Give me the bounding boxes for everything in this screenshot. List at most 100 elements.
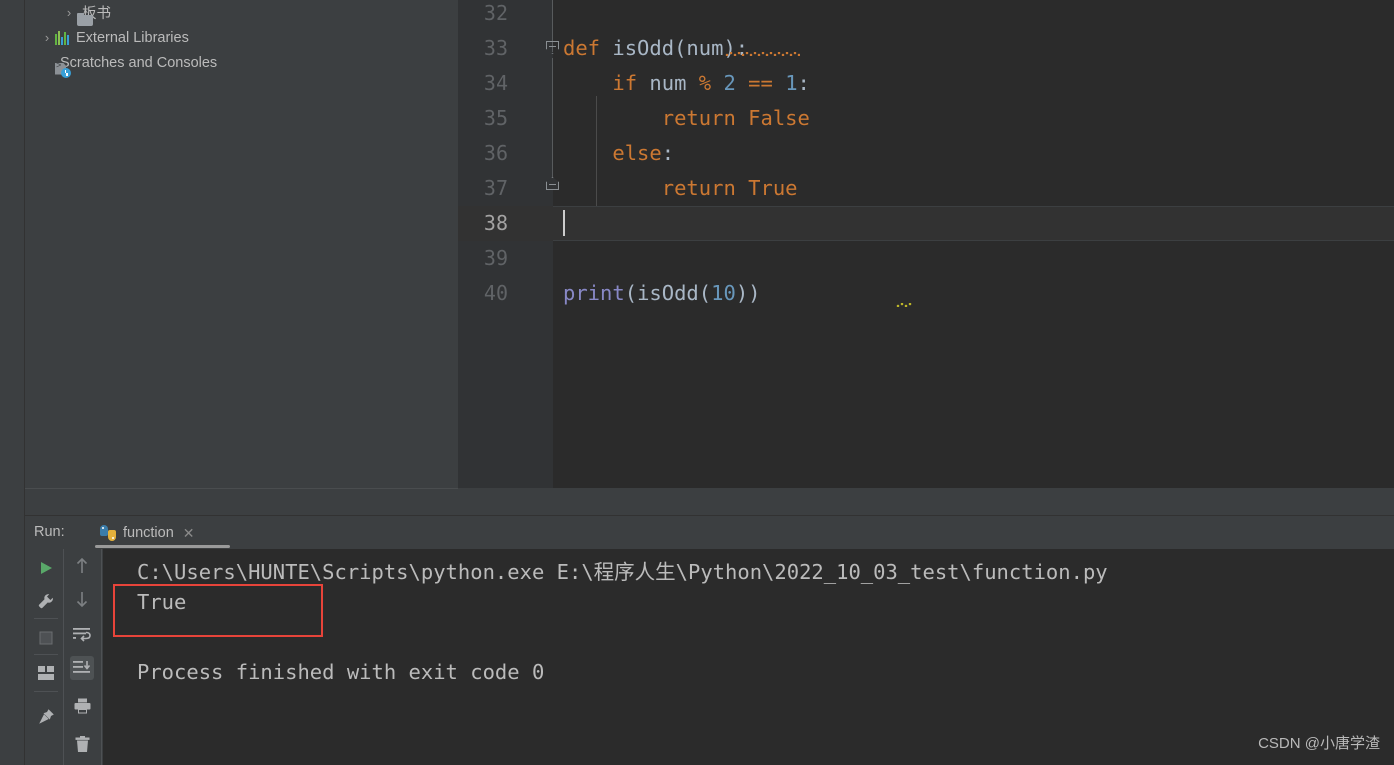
editor-gutter[interactable]: 32 33 34 35 36 37 38 39 40: [458, 0, 559, 488]
pin-icon: [38, 708, 54, 724]
toolbar-separator: [34, 691, 58, 692]
code-token: (: [624, 281, 638, 305]
code-token: if: [612, 71, 638, 95]
settings-button[interactable]: [34, 589, 58, 613]
code-text-area[interactable]: def isOdd(num): if num % 2 == 1: return …: [553, 0, 1394, 488]
code-token: return True: [661, 176, 798, 200]
library-bars-icon: [55, 30, 71, 45]
line-number: 39: [483, 246, 508, 270]
close-icon[interactable]: ✕: [183, 525, 195, 542]
run-label: Run:: [34, 524, 65, 540]
console-line-exit-status: Process finished with exit code 0: [137, 660, 545, 684]
code-token: ==: [748, 71, 773, 95]
code-token: )): [735, 281, 761, 305]
code-token: return False: [661, 106, 810, 130]
soft-wrap-button[interactable]: [70, 623, 94, 647]
toolbar-separator: [34, 618, 58, 619]
code-token: (: [698, 281, 712, 305]
line-number: 34: [483, 71, 508, 95]
rerun-button[interactable]: [34, 556, 58, 580]
code-token: isOdd: [637, 281, 699, 305]
tree-item-label: External Libraries: [76, 29, 189, 46]
code-token: isOdd: [612, 36, 675, 60]
code-token: else: [612, 141, 662, 165]
code-editor[interactable]: 32 33 34 35 36 37 38 39 40 def isOdd(num…: [458, 0, 1394, 488]
console-line-output: True: [137, 590, 187, 614]
toolbar-separator: [34, 654, 58, 655]
code-token: 1: [785, 71, 798, 95]
code-token: %: [698, 71, 712, 95]
chevron-right-icon[interactable]: ›: [61, 5, 77, 20]
print-button[interactable]: [70, 694, 94, 718]
arrow-down-icon: [76, 592, 88, 608]
chevron-right-icon[interactable]: ›: [39, 30, 55, 45]
code-token: (num):: [674, 36, 749, 60]
code-token: num: [637, 71, 699, 95]
wrench-icon: [38, 594, 53, 609]
pin-tab-button[interactable]: [34, 704, 58, 728]
scroll-to-end-icon: [73, 661, 91, 673]
line-number: 33: [483, 36, 508, 60]
run-tab-function[interactable]: function ✕: [100, 521, 195, 545]
line-number: 32: [483, 1, 508, 25]
tree-panel-bottom-strip: [25, 488, 458, 516]
line-number: 37: [483, 176, 508, 200]
line-number: 40: [483, 281, 508, 305]
run-toolbar-console: [64, 549, 102, 765]
code-token: 2: [723, 71, 736, 95]
clear-all-button[interactable]: [70, 732, 94, 756]
code-line: def isOdd(num):: [553, 31, 748, 66]
code-line: return True: [553, 171, 798, 206]
run-tab-label: function: [123, 525, 174, 541]
active-tab-underline: [95, 545, 230, 548]
tree-item-label: Scratches and Consoles: [60, 54, 218, 71]
project-tree-panel[interactable]: › 板书 › External Libraries Scratches and …: [25, 0, 457, 488]
arrow-up-icon: [76, 557, 88, 573]
run-console-output[interactable]: C:\Users\HUNTE\Scripts\python.exe E:\程序人…: [103, 549, 1394, 765]
layout-icon: [38, 666, 54, 680]
editor-bottom-strip: [458, 488, 1394, 515]
down-the-stack-trace-button[interactable]: [70, 587, 94, 611]
python-file-icon: [100, 525, 116, 541]
layout-button[interactable]: [34, 661, 58, 685]
scroll-to-end-button[interactable]: [70, 656, 94, 680]
tree-item-banshu[interactable]: › 板书: [25, 0, 457, 25]
code-token: 10: [711, 281, 736, 305]
line-number: 35: [483, 106, 508, 130]
stop-icon: [39, 631, 53, 645]
line-number-current: 38: [458, 206, 553, 241]
trash-icon: [75, 735, 89, 752]
code-token: def: [563, 36, 613, 60]
warning-squiggle: [896, 303, 912, 307]
play-icon: [41, 562, 52, 574]
code-line: else:: [553, 136, 674, 171]
spellcheck-squiggle: [725, 52, 800, 56]
run-tool-window-header: Run: function ✕: [25, 516, 1394, 549]
pycharm-window: Bookmarks Structure › 板书 › External Libr…: [0, 0, 1394, 765]
left-tool-strip-bottom: Bookmarks Structure: [0, 515, 25, 765]
line-number: 36: [483, 141, 508, 165]
soft-wrap-icon: [73, 628, 91, 642]
watermark: CSDN @小唐学渣: [1258, 735, 1380, 752]
left-tool-strip-top: [0, 0, 25, 515]
tree-item-external-libraries[interactable]: › External Libraries: [25, 25, 457, 50]
printer-icon: [74, 698, 90, 714]
tree-item-scratches-and-consoles[interactable]: Scratches and Consoles: [25, 50, 457, 78]
stop-button[interactable]: [34, 626, 58, 650]
up-the-stack-trace-button[interactable]: [70, 554, 94, 578]
text-caret: [563, 210, 565, 236]
code-token: print: [563, 281, 625, 305]
code-line: if num % 2 == 1:: [553, 66, 810, 101]
run-tool-window: Run: function ✕ C:\Users\HUNTE\Scripts\p…: [25, 515, 1394, 765]
console-line-command: C:\Users\HUNTE\Scripts\python.exe E:\程序人…: [137, 560, 1108, 584]
